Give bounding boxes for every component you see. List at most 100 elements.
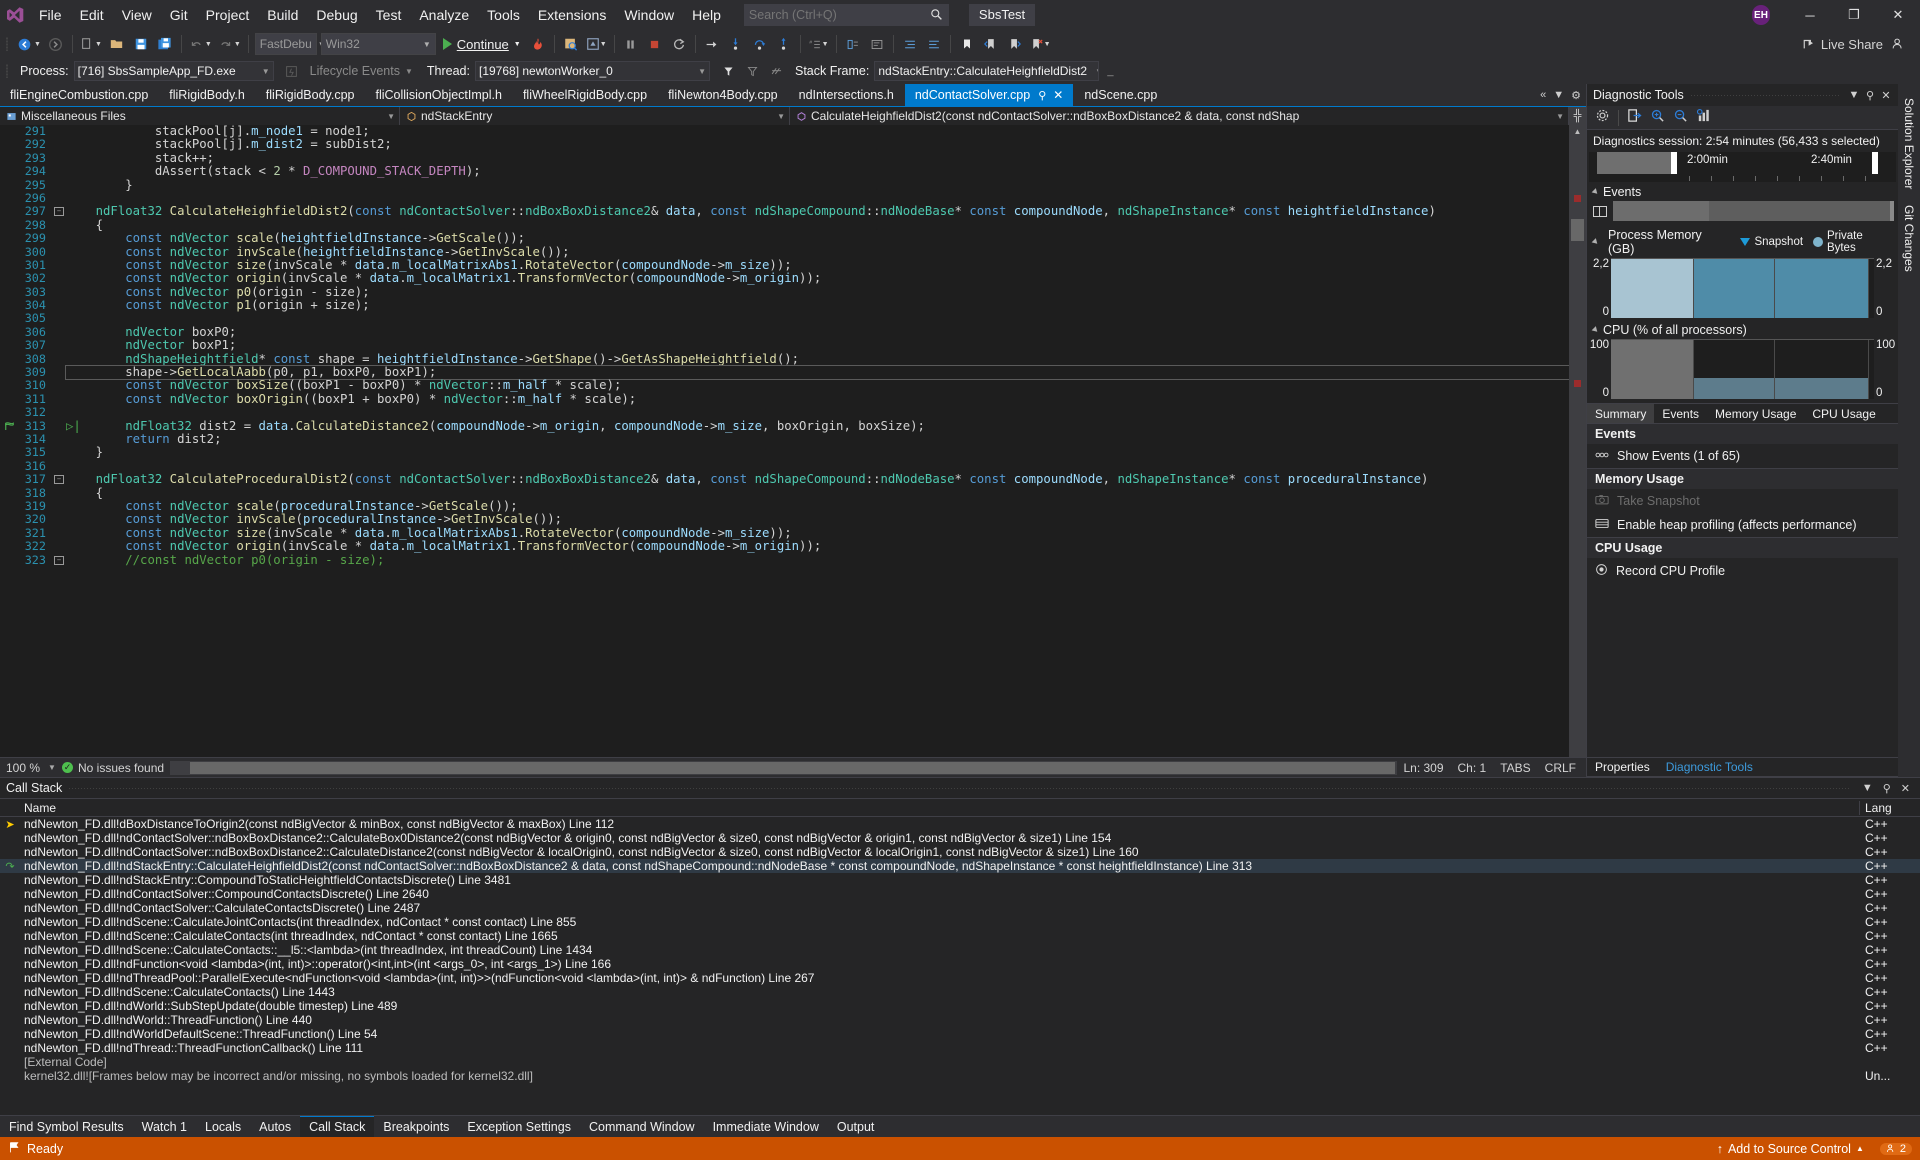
search-box[interactable] xyxy=(743,4,949,26)
table-row[interactable]: ndNewton_FD.dll!ndFunction<void <lambda>… xyxy=(0,957,1920,971)
table-row[interactable]: [External Code] xyxy=(0,1055,1920,1069)
notifications-badge[interactable]: 2 xyxy=(1879,1142,1912,1155)
code-line-318[interactable]: 318 { xyxy=(0,486,1569,500)
toolbar-overflow-icon[interactable]: _ xyxy=(1107,65,1113,77)
navigate-backward-button[interactable]: ▼ xyxy=(14,32,44,56)
editor-vertical-scrollbar[interactable]: ▲ xyxy=(1569,125,1586,757)
breakpoint-gutter-305[interactable] xyxy=(0,312,20,325)
table-row[interactable]: ↷ ndNewton_FD.dll!ndStackEntry::Calculate… xyxy=(0,859,1920,873)
vertical-scroll-thumb[interactable] xyxy=(1571,219,1584,241)
table-row[interactable]: ndNewton_FD.dll!ndStackEntry::CompoundTo… xyxy=(0,873,1920,887)
breakpoint-gutter-314[interactable] xyxy=(0,433,20,446)
tab-fliCollisionObjectImpl-h[interactable]: fliCollisionObjectImpl.h xyxy=(365,84,513,106)
call-stack-lang-column-header[interactable]: Lang xyxy=(1860,801,1920,815)
take-snapshot-item[interactable]: Take Snapshot xyxy=(1587,489,1898,513)
table-row[interactable]: ndNewton_FD.dll!ndScene::CalculateJointC… xyxy=(0,915,1920,929)
diagnostics-timeline[interactable]: 2:00min 2:40min xyxy=(1589,152,1896,182)
bottab-call-stack[interactable]: Call Stack xyxy=(300,1116,375,1137)
breakpoint-gutter-303[interactable] xyxy=(0,286,20,299)
previous-bookmark-button[interactable] xyxy=(979,32,1003,56)
zoom-combo[interactable]: 100 % ▼ xyxy=(0,761,62,775)
chevron-down-icon-3[interactable]: ▼ xyxy=(514,41,521,48)
call-stack-menu-icon[interactable]: ▼ xyxy=(1857,782,1878,794)
menu-analyze[interactable]: Analyze xyxy=(410,0,478,30)
diag-tab-cpu-usage[interactable]: CPU Usage xyxy=(1804,404,1883,423)
thread-combo[interactable]: [19768] newtonWorker_0 ▼ xyxy=(474,61,710,81)
outdent-button[interactable] xyxy=(922,32,946,56)
breakpoint-gutter-299[interactable] xyxy=(0,232,20,245)
call-stack-close-icon[interactable]: ✕ xyxy=(1896,782,1916,795)
breakpoint-gutter-296[interactable] xyxy=(0,192,20,205)
show-events-item[interactable]: Show Events (1 of 65) xyxy=(1587,444,1898,468)
fold-marker-297[interactable]: − xyxy=(52,205,66,218)
breakpoint-gutter-295[interactable] xyxy=(0,179,20,192)
undo-button[interactable]: ▼ xyxy=(186,32,215,56)
breakpoint-gutter-312[interactable] xyxy=(0,406,20,419)
menu-extensions[interactable]: Extensions xyxy=(529,0,615,30)
code-line-291[interactable]: 291 stackPool[j].m_node1 = node1; xyxy=(0,125,1569,138)
flag-unfilter-icon[interactable] xyxy=(741,59,765,83)
stop-debugging-button[interactable] xyxy=(643,32,667,56)
timeline-handle-right[interactable] xyxy=(1872,152,1878,174)
restore-button[interactable]: ❐ xyxy=(1832,0,1876,30)
add-account-icon[interactable] xyxy=(1886,32,1910,56)
toolbar-grip[interactable] xyxy=(4,35,11,53)
code-line-313[interactable]: 313 ▷| ndFloat32 dist2 = data.CalculateDi… xyxy=(0,419,1569,433)
tab-fliNewton4Body-cpp[interactable]: fliNewton4Body.cpp xyxy=(658,84,789,106)
table-row[interactable]: ndNewton_FD.dll!ndContactSolver::Calcula… xyxy=(0,901,1920,915)
breakpoint-gutter-322[interactable] xyxy=(0,540,20,553)
navbar-project-combo[interactable]: Miscellaneous Files ▼ xyxy=(0,107,400,125)
code-line-302[interactable]: 302 const ndVector origin(invScale * dat… xyxy=(0,271,1569,285)
chart-settings-icon[interactable] xyxy=(1696,108,1711,128)
open-file-button[interactable] xyxy=(105,32,129,56)
restart-button[interactable] xyxy=(667,32,691,56)
menu-view[interactable]: View xyxy=(113,0,161,30)
bookmark-button[interactable] xyxy=(955,32,979,56)
panel-tab-diagnostic-tools[interactable]: Diagnostic Tools xyxy=(1658,758,1761,776)
breakpoint-gutter-291[interactable] xyxy=(0,125,20,138)
breakpoint-gutter-320[interactable] xyxy=(0,513,20,526)
enable-heap-profiling-item[interactable]: Enable heap profiling (affects performan… xyxy=(1587,513,1898,537)
lifecycle-events-label[interactable]: Lifecycle Events xyxy=(310,64,400,78)
table-row[interactable]: kernel32.dll![Frames below may be incorr… xyxy=(0,1069,1920,1083)
table-row[interactable]: ndNewton_FD.dll!ndContactSolver::ndBoxBo… xyxy=(0,831,1920,845)
tab-fliWheelRigidBody-cpp[interactable]: fliWheelRigidBody.cpp xyxy=(512,84,659,106)
timeline-handle-left[interactable] xyxy=(1671,152,1677,174)
process-combo[interactable]: [716] SbsSampleApp_FD.exe ▼ xyxy=(73,61,274,81)
timeline-selection[interactable] xyxy=(1597,152,1671,174)
call-stack-rows[interactable]: ➤ ndNewton_FD.dll!dBoxDistanceToOrigin2(c… xyxy=(0,817,1920,1115)
bottab-breakpoints[interactable]: Breakpoints xyxy=(374,1116,458,1137)
pin-icon[interactable]: ⚲ xyxy=(1038,89,1046,102)
tab-fliRigidBody-cpp[interactable]: fliRigidBody.cpp xyxy=(255,84,366,106)
code-line-306[interactable]: 306 ndVector boxP0; xyxy=(0,325,1569,339)
tab-ndContactSolver-cpp[interactable]: ndContactSolver.cpp ⚲ ✕ xyxy=(904,84,1075,106)
code-text-area[interactable]: 291 stackPool[j].m_node1 = node1; 292 sta… xyxy=(0,125,1569,757)
breakpoint-gutter-306[interactable] xyxy=(0,326,20,339)
record-cpu-profile-item[interactable]: Record CPU Profile xyxy=(1587,558,1898,584)
code-line-314[interactable]: 314 return dist2; xyxy=(0,432,1569,446)
cpu-graph[interactable] xyxy=(1611,339,1874,399)
panel-tab-properties[interactable]: Properties xyxy=(1587,758,1658,776)
chevron-up-icon[interactable]: ▲ xyxy=(1856,1144,1864,1153)
diag-tab-summary[interactable]: Summary xyxy=(1587,404,1655,423)
memory-graph[interactable] xyxy=(1611,258,1874,318)
platform-combo[interactable]: Win32 ▼ xyxy=(320,33,436,55)
code-line-292[interactable]: 292 stackPool[j].m_dist2 = subDist2; xyxy=(0,137,1569,151)
code-line-301[interactable]: 301 const ndVector size(invScale * data.… xyxy=(0,258,1569,272)
table-row[interactable]: ➤ ndNewton_FD.dll!dBoxDistanceToOrigin2(c… xyxy=(0,817,1920,831)
fold-marker-317[interactable]: − xyxy=(52,473,66,486)
table-row[interactable]: ndNewton_FD.dll!ndThread::ThreadFunction… xyxy=(0,1041,1920,1055)
breakpoint-gutter-308[interactable] xyxy=(0,353,20,366)
code-line-298[interactable]: 298 { xyxy=(0,218,1569,232)
live-share-button[interactable]: Live Share xyxy=(1799,32,1886,56)
export-icon[interactable] xyxy=(1627,108,1642,128)
zoom-out-icon[interactable] xyxy=(1673,108,1688,128)
redo-button[interactable]: ▼ xyxy=(215,32,244,56)
code-line-320[interactable]: 320 const ndVector invScale(proceduralIn… xyxy=(0,512,1569,526)
navbar-member-combo[interactable]: CalculateHeighfieldDist2(const ndContact… xyxy=(790,107,1569,125)
search-input[interactable] xyxy=(748,8,929,22)
clear-bookmarks-button[interactable]: ▼ xyxy=(1027,32,1054,56)
code-line-322[interactable]: 322 const ndVector origin(invScale * dat… xyxy=(0,539,1569,553)
code-line-293[interactable]: 293 stack++; xyxy=(0,151,1569,165)
stack-frame-combo[interactable]: ndStackEntry::CalculateHeighfieldDist2 ▼ xyxy=(874,61,1100,81)
